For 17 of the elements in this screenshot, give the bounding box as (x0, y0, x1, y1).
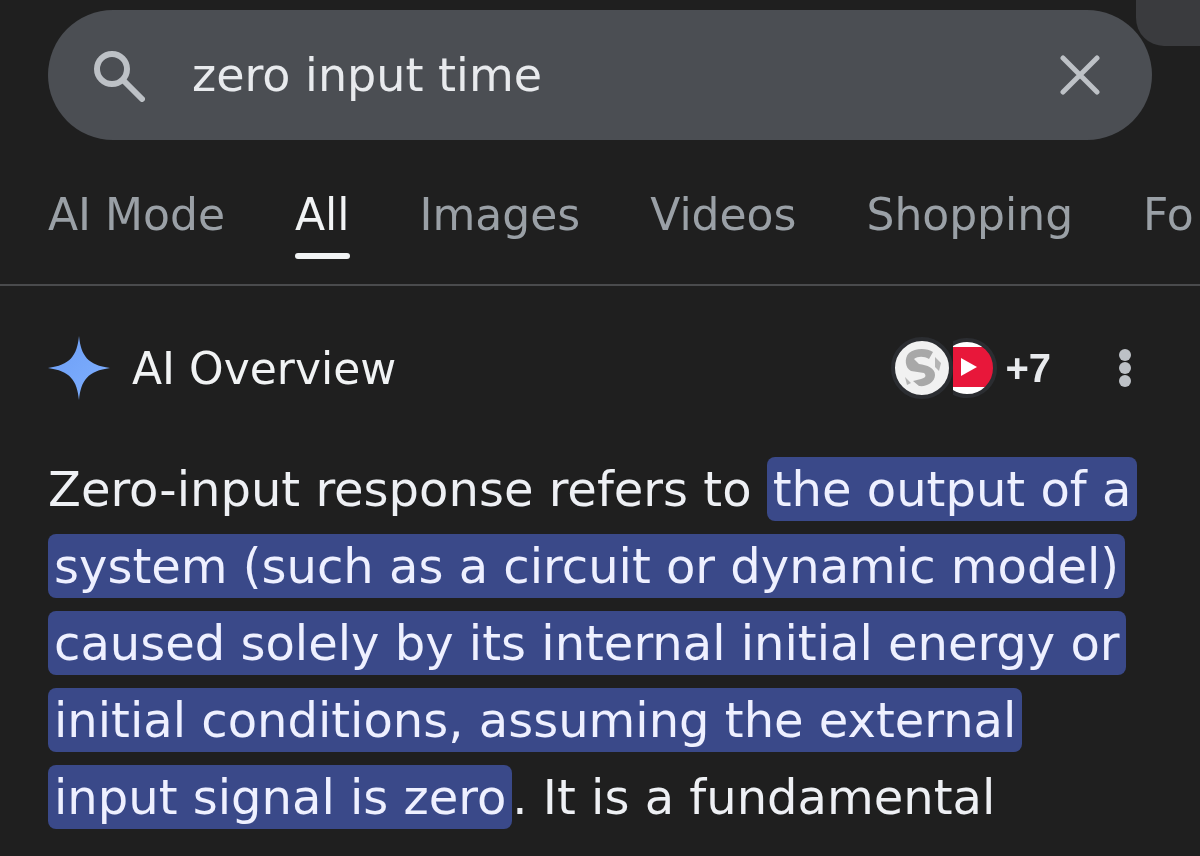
play-icon[interactable] (953, 338, 998, 398)
close-icon[interactable] (1060, 55, 1100, 95)
tab[interactable]: AI Mode (48, 188, 225, 241)
more-sources-count[interactable]: +7 (1005, 345, 1051, 391)
search-bar[interactable]: zero input time (48, 10, 1152, 140)
tab[interactable]: Fo (1143, 188, 1194, 241)
overview-title: AI Overview (132, 342, 397, 394)
more-options-icon[interactable] (1117, 348, 1133, 388)
search-input[interactable]: zero input time (192, 48, 1060, 102)
tab[interactable]: Shopping (866, 188, 1074, 241)
tab[interactable]: Images (419, 188, 581, 241)
tab[interactable]: All (294, 188, 350, 259)
search-icon (92, 48, 145, 102)
cut-off-panel (1136, 0, 1200, 46)
globe-icon[interactable] (891, 337, 954, 399)
sparkle-icon (48, 336, 110, 400)
tab[interactable]: Videos (650, 188, 797, 241)
